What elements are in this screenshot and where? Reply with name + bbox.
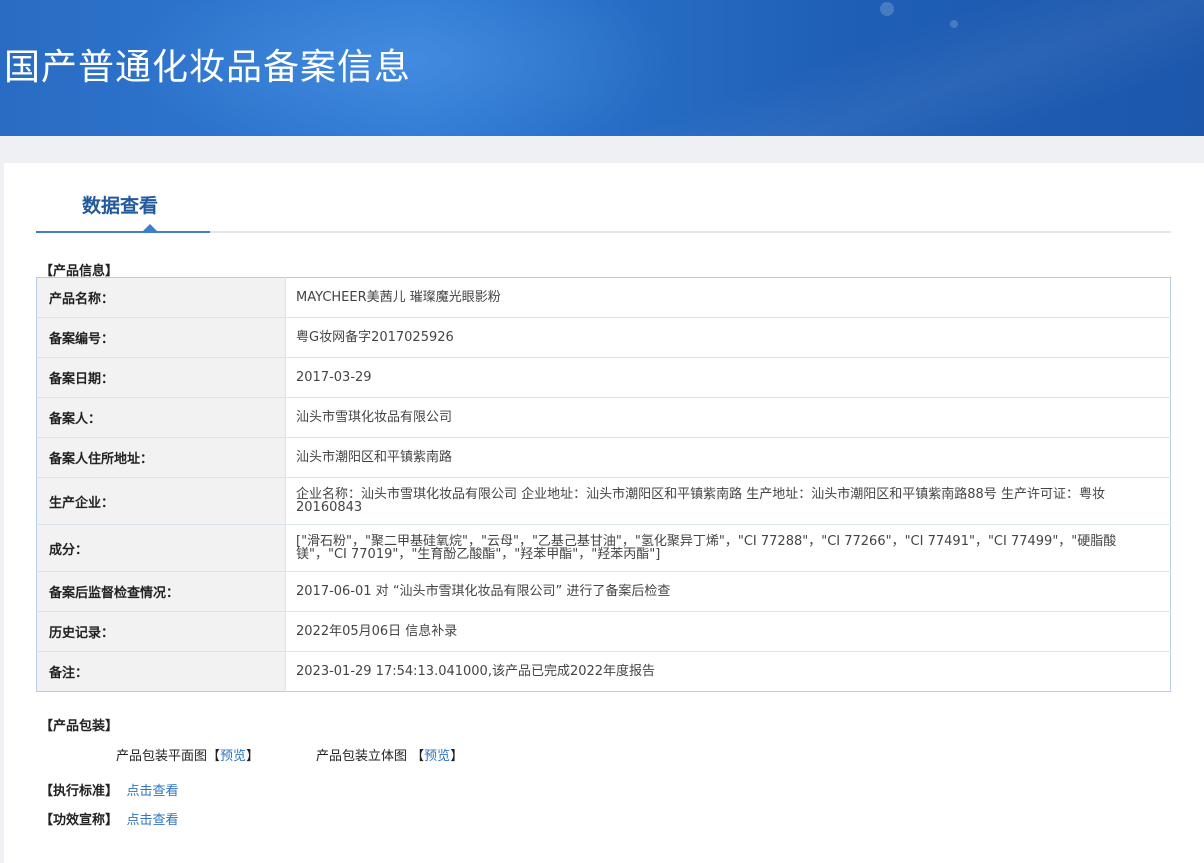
efficacy-row: 【功效宣称】 点击查看 <box>40 809 179 828</box>
efficacy-view-link[interactable]: 点击查看 <box>127 813 179 828</box>
row-key: 产品名称： <box>36 277 286 318</box>
table-row: 备案编号： 粤G妆网备字2017025926 <box>36 317 1171 358</box>
standard-view-link[interactable]: 点击查看 <box>127 784 179 799</box>
header-sheen <box>600 0 1204 136</box>
packaging-solid-label: 产品包装立体图 <box>316 749 408 764</box>
row-key: 备案编号： <box>36 317 286 358</box>
row-value: 汕头市雪琪化妆品有限公司 <box>285 397 1171 438</box>
row-key: 生产企业： <box>36 477 286 525</box>
bracket-close: 】 <box>450 749 464 764</box>
standard-title: 【执行标准】 <box>40 784 119 799</box>
table-row: 产品名称： MAYCHEER美茜儿 璀璨魔光眼影粉 <box>36 277 1171 318</box>
tab-caret-icon <box>143 224 157 231</box>
row-value: MAYCHEER美茜儿 璀璨魔光眼影粉 <box>285 277 1171 318</box>
content-panel: 数据查看 【产品信息】 产品名称： MAYCHEER美茜儿 璀璨魔光眼影粉 备案… <box>4 163 1204 863</box>
header-dot <box>880 2 894 16</box>
packaging-flat-label: 产品包装平面图 <box>116 749 208 764</box>
row-value: ["滑石粉"，"聚二甲基硅氧烷"，"云母"，"乙基己基甘油"，"氢化聚异丁烯"，… <box>285 524 1171 572</box>
bracket-open: 【 <box>207 749 221 764</box>
row-key: 历史记录： <box>36 611 286 652</box>
row-value: 粤G妆网备字2017025926 <box>285 317 1171 358</box>
bracket-open: 【 <box>411 749 425 764</box>
packaging-flat-preview-link[interactable]: 预览 <box>220 749 246 764</box>
bracket-close: 】 <box>246 749 260 764</box>
row-key: 成分： <box>36 524 286 572</box>
row-key: 备注： <box>36 651 286 692</box>
row-key: 备案人住所地址： <box>36 437 286 478</box>
row-value: 2017-06-01 对 “汕头市雪琪化妆品有限公司” 进行了备案后检查 <box>285 571 1171 612</box>
table-row: 历史记录： 2022年05月06日 信息补录 <box>36 611 1171 652</box>
table-row: 备案后监督检查情况： 2017-06-01 对 “汕头市雪琪化妆品有限公司” 进… <box>36 571 1171 612</box>
page-title: 国产普通化妆品备案信息 <box>4 47 412 88</box>
row-value: 汕头市潮阳区和平镇紫南路 <box>285 437 1171 478</box>
table-row: 备注： 2023-01-29 17:54:13.041000,该产品已完成202… <box>36 651 1171 692</box>
row-value: 2017-03-29 <box>285 357 1171 398</box>
tab-data-view[interactable]: 数据查看 <box>36 163 210 233</box>
row-key: 备案人： <box>36 397 286 438</box>
packaging-solid: 产品包装立体图 【预览】 <box>316 745 463 764</box>
table-row: 生产企业： 企业名称：汕头市雪琪化妆品有限公司 企业地址：汕头市潮阳区和平镇紫南… <box>36 477 1171 525</box>
row-value: 2023-01-29 17:54:13.041000,该产品已完成2022年度报… <box>296 664 656 679</box>
standard-row: 【执行标准】 点击查看 <box>40 780 179 799</box>
table-row: 成分： ["滑石粉"，"聚二甲基硅氧烷"，"云母"，"乙基己基甘油"，"氢化聚异… <box>36 524 1171 572</box>
packaging-flat: 产品包装平面图【预览】 <box>116 745 259 764</box>
row-value: 企业名称：汕头市雪琪化妆品有限公司 企业地址：汕头市潮阳区和平镇紫南路 生产地址… <box>285 477 1171 525</box>
table-row: 备案人： 汕头市雪琪化妆品有限公司 <box>36 397 1171 438</box>
row-key: 备案后监督检查情况： <box>36 571 286 612</box>
table-row: 备案人住所地址： 汕头市潮阳区和平镇紫南路 <box>36 437 1171 478</box>
packaging-solid-preview-link[interactable]: 预览 <box>424 749 450 764</box>
header-dot <box>950 20 958 28</box>
table-row: 备案日期： 2017-03-29 <box>36 357 1171 398</box>
page-header: 国产普通化妆品备案信息 <box>0 0 1204 136</box>
efficacy-title: 【功效宣称】 <box>40 813 119 828</box>
packaging-title: 【产品包装】 <box>40 719 119 734</box>
row-key: 备案日期： <box>36 357 286 398</box>
tab-label: 数据查看 <box>82 195 159 217</box>
product-info-table: 产品名称： MAYCHEER美茜儿 璀璨魔光眼影粉 备案编号： 粤G妆网备字20… <box>36 277 1171 692</box>
row-value: 2022年05月06日 信息补录 <box>285 611 1171 652</box>
